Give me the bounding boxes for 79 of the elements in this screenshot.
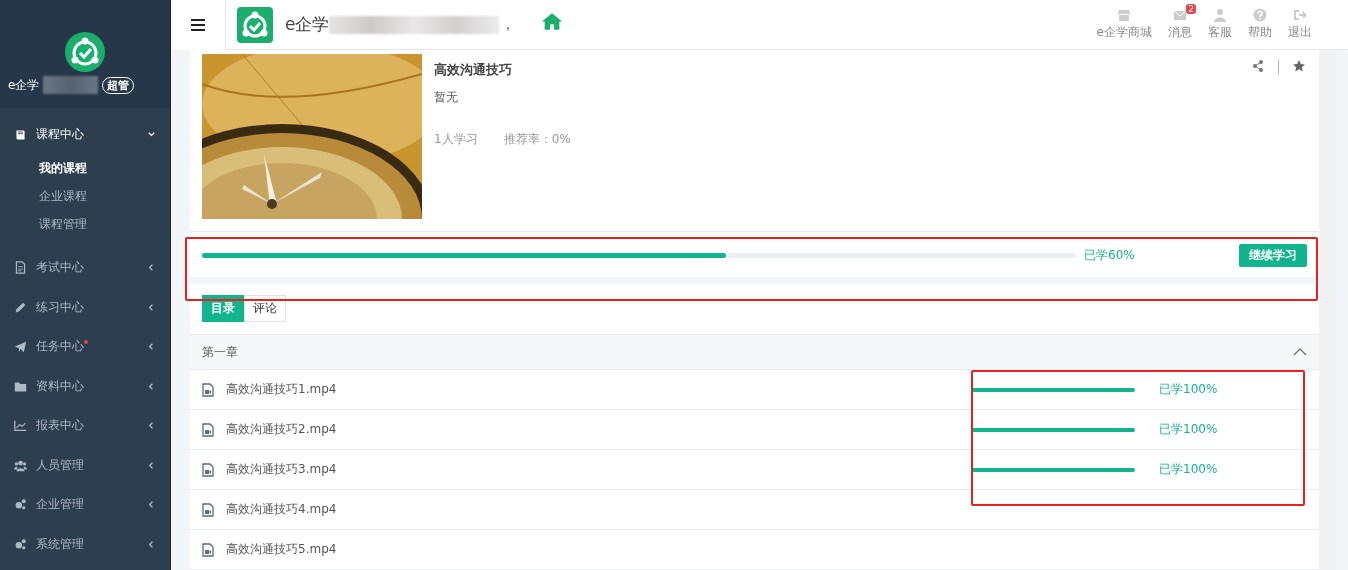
user-icon	[1213, 8, 1227, 22]
chevron-icon	[147, 381, 156, 391]
mail-icon	[1173, 8, 1187, 22]
nav-subitem[interactable]: 企业课程	[0, 182, 170, 210]
nav-label: 报表中心	[36, 417, 84, 435]
folder-icon	[14, 379, 27, 393]
nav-item[interactable]: 考试中心	[0, 248, 170, 288]
course-title: 高效沟通技巧	[434, 61, 513, 79]
video-file-icon	[202, 422, 214, 437]
menu-icon	[191, 18, 205, 31]
nav-label: 课程中心	[36, 125, 84, 143]
chart-icon	[14, 419, 27, 433]
chevron-icon	[147, 500, 156, 510]
nav-label: 练习中心	[36, 298, 84, 316]
nav-item[interactable]: 报表中心	[0, 406, 170, 446]
learner-count: 1人学习	[434, 131, 478, 148]
nav-label: 人员管理	[36, 456, 84, 474]
progress-reading: 已学100%	[1159, 421, 1219, 438]
home-icon[interactable]	[541, 12, 564, 31]
header-action[interactable]: e企学商城	[1090, 8, 1158, 41]
title-punctuation: ，	[501, 15, 516, 34]
gears-icon	[14, 537, 27, 551]
chevron-icon	[147, 263, 156, 273]
progress-reading: 已学60%	[1084, 247, 1135, 264]
nav-label: 任务中心	[36, 338, 84, 356]
video-file-icon	[202, 542, 214, 557]
users-icon	[14, 458, 27, 472]
plane-icon	[14, 340, 27, 354]
chevron-icon	[147, 342, 156, 352]
chevron-icon	[147, 539, 156, 549]
share-icon[interactable]	[1252, 60, 1264, 72]
lesson-link[interactable]: 高效沟通技巧5.mp4	[226, 541, 337, 558]
lesson-link[interactable]: 高效沟通技巧4.mp4	[226, 501, 337, 518]
chevron-icon	[147, 460, 156, 470]
progress-reading: 已学100%	[1159, 381, 1219, 398]
course-description: 暂无	[434, 89, 459, 106]
chapter-title: 第一章	[202, 343, 238, 361]
nav-label: 考试中心	[36, 259, 84, 277]
logo-icon	[237, 6, 273, 43]
nav-item[interactable]: 资料中心	[0, 366, 170, 406]
nav-label: 系统管理	[36, 535, 84, 553]
help-icon	[1253, 8, 1267, 22]
chapter-header[interactable]: 第一章	[190, 335, 1319, 370]
chevron-icon	[147, 421, 156, 431]
blurred-text	[43, 76, 99, 94]
shop-icon	[1117, 8, 1132, 22]
header-action[interactable]: 退出	[1282, 8, 1318, 41]
count-badge: 2	[1186, 4, 1196, 14]
logo-icon	[65, 32, 105, 72]
nav-subitem[interactable]: 课程管理	[0, 210, 170, 238]
header-action[interactable]: 客服	[1202, 8, 1238, 41]
nav-item[interactable]: 任务中心	[0, 327, 170, 367]
lesson-link[interactable]: 高效沟通技巧1.mp4	[226, 381, 337, 398]
nav-item[interactable]: 课程中心	[0, 114, 170, 154]
nav-item[interactable]: 练习中心	[0, 287, 170, 327]
pencil-icon	[14, 300, 27, 314]
nav-subitem[interactable]: 我的课程	[0, 154, 170, 182]
nav-label: 资料中心	[36, 377, 84, 395]
menu-button[interactable]	[171, 0, 226, 50]
chevron-icon	[147, 302, 156, 312]
star-icon[interactable]	[1293, 60, 1305, 72]
nav-item[interactable]: 人员管理	[0, 445, 170, 485]
header-action[interactable]: 帮助	[1242, 8, 1278, 41]
video-file-icon	[202, 382, 214, 397]
nav-item[interactable]: 系统管理	[0, 524, 170, 564]
site-title: e企学	[285, 13, 330, 36]
tab[interactable]: 评论	[244, 295, 286, 323]
lesson-link[interactable]: 高效沟通技巧3.mp4	[226, 461, 337, 478]
video-file-icon	[202, 462, 214, 477]
lesson-link[interactable]: 高效沟通技巧2.mp4	[226, 421, 337, 438]
video-file-icon	[202, 502, 214, 517]
doc-icon	[14, 261, 27, 275]
nav-label: 企业管理	[36, 496, 84, 514]
nav-item[interactable]: 企业管理	[0, 485, 170, 525]
chevron-icon	[147, 129, 156, 139]
exit-icon	[1293, 8, 1307, 22]
progress-reading: 已学100%	[1159, 461, 1219, 478]
user-name: e企学	[8, 76, 40, 94]
recommend-rate: 推荐率：0%	[503, 131, 571, 148]
